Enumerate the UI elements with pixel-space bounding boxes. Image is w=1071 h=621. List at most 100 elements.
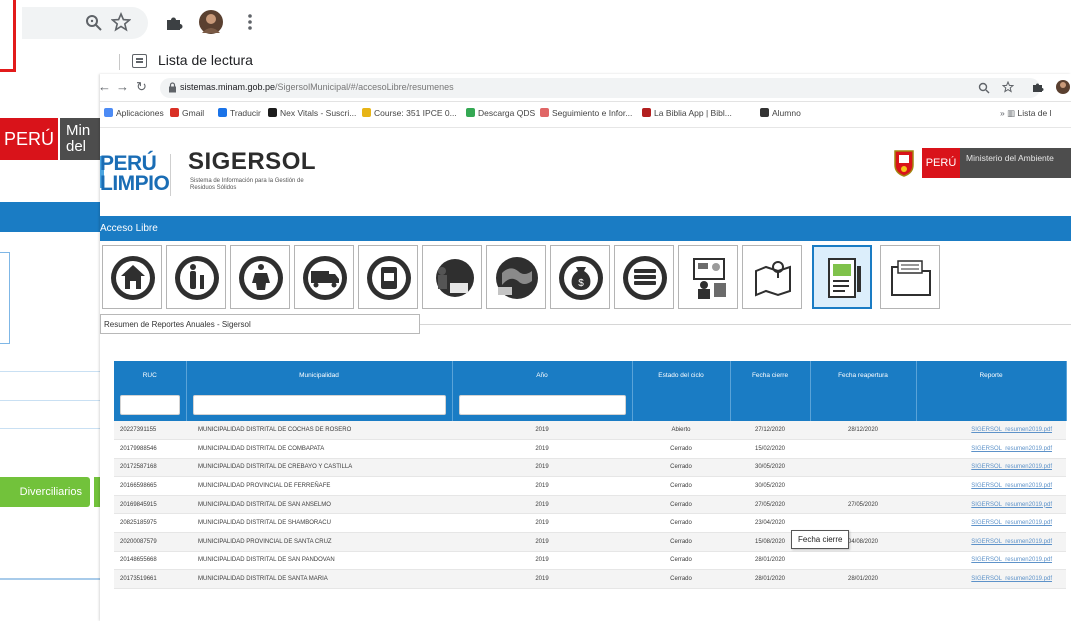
module-button-final-disposal[interactable] <box>486 245 546 309</box>
bookmark-item[interactable]: Aplicaciones <box>104 108 164 118</box>
module-button-costs[interactable]: $ <box>550 245 610 309</box>
people-icon <box>175 256 219 300</box>
module-button-files[interactable] <box>880 245 940 309</box>
bookmark-item[interactable]: Nex Vitals - Suscri... <box>268 108 356 118</box>
reopen-date-cell <box>810 458 916 478</box>
municipality-filter-input[interactable] <box>192 395 446 415</box>
ruc-cell: 20166598665 <box>114 476 186 496</box>
module-button-housing[interactable] <box>102 245 162 309</box>
table-row: 20148655668 MUNICIPALIDAD DISTRITAL DE SA… <box>114 551 1066 571</box>
report-link[interactable]: SIGERSOL_resumen2019.pdf <box>916 476 1066 496</box>
module-button-resources[interactable] <box>614 245 674 309</box>
forward-arrow-icon[interactable]: → <box>116 79 129 94</box>
year-filter-input[interactable] <box>458 395 626 415</box>
cycle-status-cell: Cerrado <box>632 476 730 496</box>
table-row: 20172587168 MUNICIPALIDAD DISTRITAL DE CR… <box>114 458 1066 478</box>
avatar[interactable] <box>198 9 224 35</box>
report-link[interactable]: SIGERSOL_resumen2019.pdf <box>916 532 1066 552</box>
municipality-cell: MUNICIPALIDAD DISTRITAL DE COMBAPATA <box>186 439 452 459</box>
module-button-map[interactable] <box>742 245 802 309</box>
ruc-cell: 20227391155 <box>114 421 186 441</box>
table-row: 20179988546 MUNICIPALIDAD DISTRITAL DE CO… <box>114 439 1066 459</box>
background-card <box>0 252 10 344</box>
cycle-status-cell: Cerrado <box>632 458 730 478</box>
ruc-filter-input[interactable] <box>120 395 180 415</box>
bookmark-item[interactable]: Course: 351 IPCE 0... <box>362 108 457 118</box>
reading-list-item[interactable]: » ▥ Lista de l <box>1000 108 1052 119</box>
close-date-cell: 28/01/2020 <box>730 551 810 571</box>
cycle-status-cell: Cerrado <box>632 513 730 534</box>
bookmark-item[interactable]: Gmail <box>170 108 204 118</box>
cycle-status-cell: Cerrado <box>632 532 730 552</box>
divider <box>0 400 100 401</box>
search-icon[interactable] <box>85 14 103 32</box>
municipality-cell: MUNICIPALIDAD PROVINCIAL DE FERREÑAFE <box>186 476 452 496</box>
module-button-population[interactable] <box>166 245 226 309</box>
filter-cell <box>730 389 811 421</box>
year-cell: 2019 <box>452 532 632 552</box>
star-icon[interactable] <box>1002 81 1014 93</box>
puzzle-icon[interactable] <box>164 12 184 32</box>
logo-divider <box>170 154 171 196</box>
bookmark-item[interactable]: Alumno <box>760 108 801 118</box>
module-button-segregation[interactable] <box>230 245 290 309</box>
worker-icon <box>436 259 474 297</box>
column-header-close-date[interactable]: Fecha cierre <box>730 361 811 389</box>
peru-crest-icon <box>894 150 914 177</box>
municipality-cell: MUNICIPALIDAD DISTRITAL DE SAN ANSELMO <box>186 495 452 515</box>
truck-icon <box>303 256 347 300</box>
search-icon[interactable] <box>978 82 990 94</box>
column-header-report[interactable]: Reporte <box>916 361 1067 389</box>
report-link[interactable]: SIGERSOL_resumen2019.pdf <box>916 439 1066 459</box>
report-link[interactable]: SIGERSOL_resumen2019.pdf <box>916 458 1066 478</box>
cycle-status-cell: Abierto <box>632 421 730 441</box>
reload-icon[interactable]: ↻ <box>136 79 147 95</box>
module-button-sweeping[interactable] <box>422 245 482 309</box>
star-icon[interactable] <box>111 12 131 32</box>
reading-list-icon[interactable] <box>132 54 147 68</box>
column-header-year[interactable]: Año <box>452 361 633 389</box>
column-header-municipality[interactable]: Municipalidad <box>186 361 453 389</box>
column-header-reopen-date[interactable]: Fecha reapertura <box>810 361 917 389</box>
report-link[interactable]: SIGERSOL_resumen2019.pdf <box>916 495 1066 515</box>
module-button-reports-active[interactable] <box>812 245 872 309</box>
report-link[interactable]: SIGERSOL_resumen2019.pdf <box>916 421 1066 441</box>
hover-tooltip: Fecha cierre <box>791 530 850 549</box>
year-cell: 2019 <box>452 569 632 589</box>
report-link[interactable]: SIGERSOL_resumen2019.pdf <box>916 551 1066 571</box>
access-bar <box>100 216 1071 241</box>
reopen-date-cell <box>810 551 916 571</box>
report-link[interactable]: SIGERSOL_resumen2019.pdf <box>916 569 1066 589</box>
column-header-ruc[interactable]: RUC <box>114 361 187 389</box>
house-icon <box>111 256 155 300</box>
url-text[interactable]: sistemas.minam.gob.pe/SigersolMunicipal/… <box>180 82 454 92</box>
bookmark-item[interactable]: La Biblia App | Bibl... <box>642 108 732 118</box>
module-button-containers[interactable] <box>358 245 418 309</box>
year-cell: 2019 <box>452 513 632 534</box>
bin-icon <box>367 256 411 300</box>
map-icon <box>755 261 791 297</box>
module-button-education[interactable] <box>678 245 738 309</box>
report-link[interactable]: SIGERSOL_resumen2019.pdf <box>916 513 1066 534</box>
app-title: SIGERSOL <box>188 148 317 175</box>
module-button-collection[interactable] <box>294 245 354 309</box>
foreground-browser-window: ← → ↻ sistemas.minam.gob.pe/SigersolMuni… <box>100 74 1071 621</box>
green-action-button[interactable]: Diverciliarios <box>0 477 90 507</box>
reading-list-label[interactable]: Lista de lectura <box>158 52 253 68</box>
back-arrow-icon[interactable]: ← <box>100 79 111 94</box>
close-date-cell: 15/02/2020 <box>730 439 810 459</box>
filter-cell <box>916 389 1067 421</box>
table-row: 20173519661 MUNICIPALIDAD DISTRITAL DE SA… <box>114 569 1066 589</box>
table-row: 20825185975 MUNICIPALIDAD DISTRITAL DE SH… <box>114 513 1066 534</box>
menu-dots-icon[interactable] <box>246 13 254 31</box>
year-cell: 2019 <box>452 421 632 441</box>
close-date-cell: 28/01/2020 <box>730 569 810 589</box>
presentation-icon <box>693 258 726 299</box>
column-header-cycle-status[interactable]: Estado del ciclo <box>632 361 731 389</box>
bookmark-item[interactable]: Seguimiento e Infor... <box>540 108 632 118</box>
bookmark-item[interactable]: Descarga QDS <box>466 108 535 118</box>
background-blue-bar <box>0 202 100 232</box>
puzzle-icon[interactable] <box>1032 81 1044 93</box>
bookmark-item[interactable]: Traducir <box>218 108 261 118</box>
avatar[interactable] <box>1055 79 1071 95</box>
